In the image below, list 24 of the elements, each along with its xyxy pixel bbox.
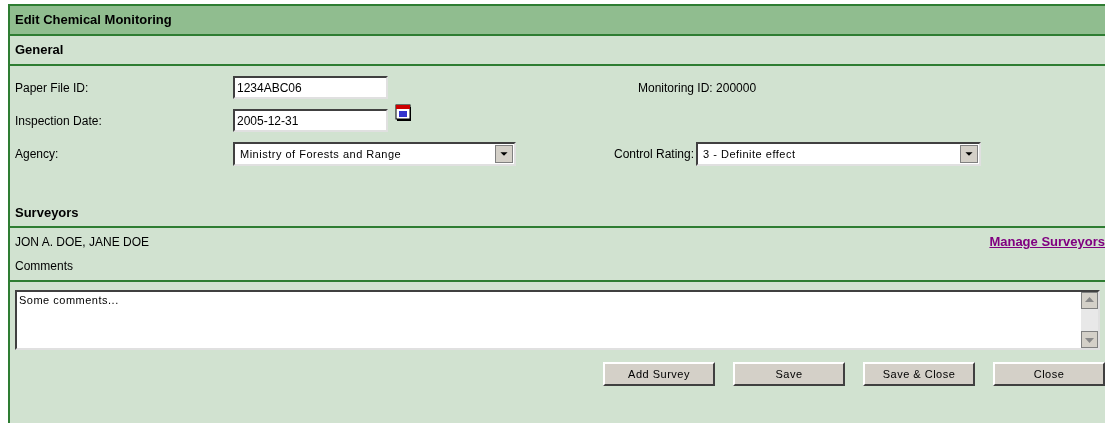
field-label: Agency:	[15, 146, 60, 163]
comments-field[interactable]: Some comments...	[15, 290, 1100, 350]
dropdown[interactable]: 3 - Definite effect	[696, 142, 982, 166]
monitoring-id: Monitoring ID: 200000	[637, 79, 758, 97]
field-label: Paper File ID:	[15, 79, 90, 97]
text-field[interactable]: 1234ABC06	[233, 76, 388, 99]
form-button[interactable]: Save & Close	[863, 362, 975, 386]
surveyor-names: JON A. DOE, JANE DOE	[15, 234, 150, 251]
section-heading: General	[10, 36, 1105, 66]
window-title: Edit Chemical Monitoring	[10, 6, 1105, 36]
calendar-icon[interactable]	[394, 103, 414, 123]
form-button[interactable]: Save	[733, 362, 845, 386]
comments-label: Comments	[10, 256, 1105, 282]
field-label: Inspection Date:	[15, 112, 103, 130]
scroll-up-icon[interactable]	[1081, 292, 1098, 309]
form-button[interactable]: Close	[993, 362, 1105, 386]
field-label: Control Rating:	[614, 146, 695, 163]
section-heading: Surveyors	[10, 200, 1105, 228]
scroll-down-icon[interactable]	[1081, 331, 1098, 348]
text-field[interactable]: 2005-12-31	[233, 109, 388, 132]
scrollbar[interactable]	[1081, 292, 1098, 348]
dropdown[interactable]: Ministry of Forests and Range	[233, 142, 516, 166]
manage-surveyors-link[interactable]: Manage Surveyors	[989, 232, 1105, 252]
form-button[interactable]: Add Survey	[603, 362, 715, 386]
